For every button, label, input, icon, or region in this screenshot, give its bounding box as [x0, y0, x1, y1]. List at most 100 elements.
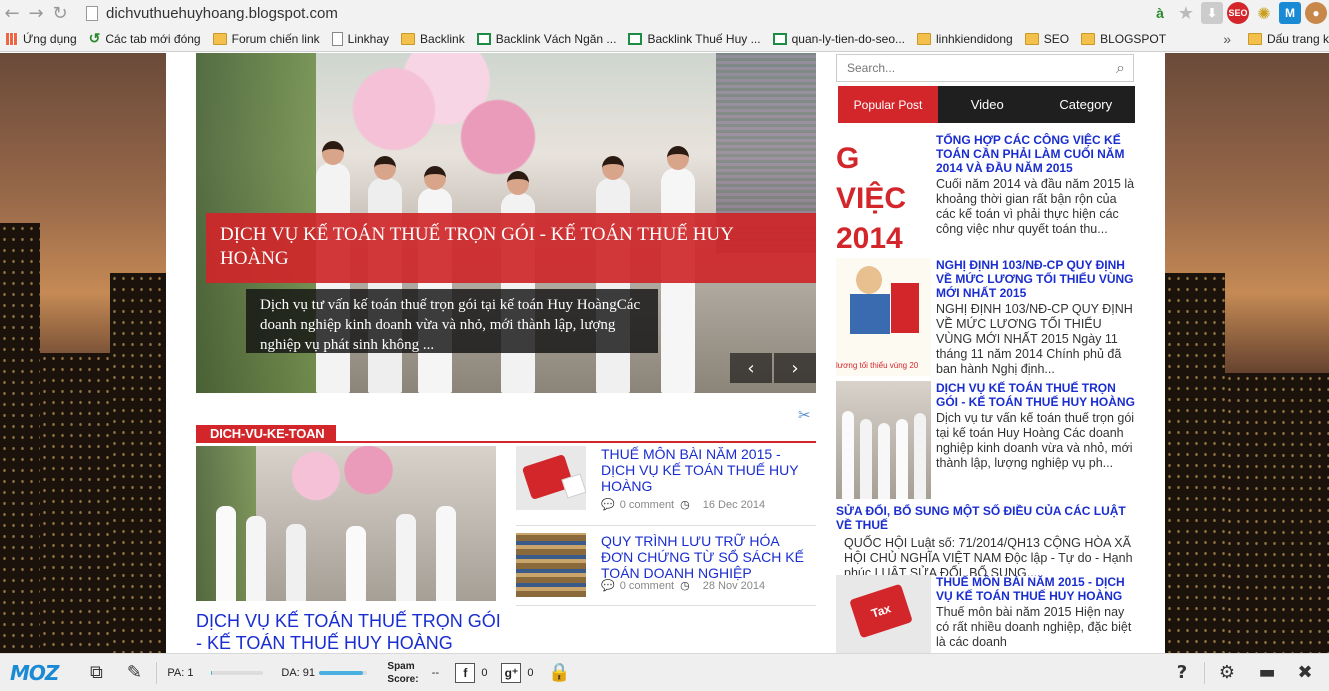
bookmark-item[interactable]: Backlink: [401, 32, 465, 46]
da-bar: [319, 670, 368, 675]
chevron-right-icon[interactable]: ›: [774, 353, 816, 383]
tax-puzzle-thumbnail[interactable]: Tax: [836, 575, 931, 653]
bookmark-label: Linkhay: [347, 31, 390, 46]
person: [368, 156, 402, 393]
bookmark-label: Backlink: [420, 31, 465, 46]
star-icon[interactable]: ★: [1175, 2, 1197, 24]
folder-icon: [1247, 33, 1262, 45]
post-item[interactable]: THUẾ MÔN BÀI NĂM 2015 - DỊCH VỤ KẾ TOÁN …: [516, 446, 816, 518]
divider: [1204, 661, 1205, 684]
bookmark-item[interactable]: quan-ly-tien-do-seo...: [772, 32, 905, 46]
staff-thumbnail[interactable]: [836, 381, 931, 499]
translate-icon[interactable]: à: [1149, 2, 1171, 24]
tab-category[interactable]: Category: [1037, 86, 1136, 123]
divider: [516, 605, 816, 606]
tab-popular-post[interactable]: Popular Post: [838, 86, 938, 123]
folder-icon: [401, 32, 416, 45]
bookmark-item[interactable]: Backlink Thuế Huy ...: [628, 32, 761, 46]
sidebar-post-title[interactable]: THUẾ MÔN BÀI NĂM 2015 - DỊCH VỤ KẾ TOÁN …: [936, 575, 1136, 603]
featured-slider[interactable]: DỊCH VỤ KẾ TOÁN THUẾ TRỌN GÓI - KẾ TOÁN …: [196, 53, 816, 393]
back-icon[interactable]: ←: [0, 1, 24, 25]
thumbnail-text: G VIỆC 2014 ĐI: [836, 142, 907, 251]
bookmark-item[interactable]: Ứng dụng: [6, 32, 77, 46]
sidebar-post-title[interactable]: SỬA ĐỔI, BỔ SUNG MỘT SỐ ĐIỀU CỦA CÁC LUẬ…: [836, 504, 1136, 532]
sidebar-post-title[interactable]: TỔNG HỢP CÁC CÔNG VIỆC KẾ TOÁN CẦN PHẢI …: [936, 133, 1136, 175]
divider: [156, 661, 158, 684]
sidebar-post-title[interactable]: DỊCH VỤ KẾ TOÁN THUẾ TRỌN GÓI - KẾ TOÁN …: [936, 381, 1136, 409]
spreadsheet-icon: [476, 32, 491, 45]
folder-icon: [212, 32, 227, 45]
bookmark-label: linhkiendidong: [936, 31, 1013, 46]
apps-icon: [6, 32, 18, 45]
slide-title[interactable]: DỊCH VỤ KẾ TOÁN THUẾ TRỌN GÓI - KẾ TOÁN …: [206, 213, 816, 283]
post-title[interactable]: QUY TRÌNH LƯU TRỮ HÓA ĐƠN CHỨNG TỪ SỔ SÁ…: [601, 533, 811, 581]
comment-count[interactable]: 0 comment: [620, 580, 674, 592]
bookmark-item[interactable]: Backlink Vách Ngăn ...: [476, 32, 616, 46]
lock-icon[interactable]: 🔒: [547, 661, 571, 685]
post-date: 16 Dec 2014: [702, 498, 766, 511]
search-input[interactable]: Search... ⌕: [836, 54, 1134, 82]
moz-logo[interactable]: MOZ: [10, 661, 59, 685]
pencil-icon[interactable]: ✎: [122, 661, 146, 685]
document-icon: [331, 31, 343, 46]
url-field[interactable]: dichvuthuehuyhoang.blogspot.com: [86, 2, 1116, 24]
sidebar-post[interactable]: DỊCH VỤ KẾ TOÁN THUẾ TRỌN GÓI - KẾ TOÁN …: [836, 381, 1136, 501]
bookmark-item[interactable]: ↺ Các tab mới đóng: [89, 30, 201, 47]
more-bookmarks-icon[interactable]: »: [1223, 31, 1231, 47]
facebook-icon[interactable]: f: [455, 662, 476, 683]
close-icon[interactable]: ✖: [1293, 661, 1317, 685]
minimize-icon[interactable]: ▬: [1255, 661, 1279, 685]
bookmark-label: SEO: [1043, 31, 1070, 46]
wage-cartoon-thumbnail[interactable]: lương tối thiểu vùng 20: [836, 258, 931, 376]
section-label[interactable]: DICH-VU-KE-TOAN: [196, 425, 337, 443]
building: [40, 353, 110, 653]
sidebar-post[interactable]: Tax THUẾ MÔN BÀI NĂM 2015 - DỊCH VỤ KẾ T…: [836, 575, 1136, 653]
search-icon[interactable]: ⌕: [1116, 58, 1125, 78]
page-icon: [86, 5, 98, 21]
person: [596, 156, 630, 393]
sidebar-post-excerpt: Dịch vụ tư vấn kế toán thuế trọn gói tại…: [936, 411, 1135, 470]
sidebar-post-title[interactable]: NGHỊ ĐỊNH 103/NĐ-CP QUY ĐỊNH VỀ MỨC LƯƠN…: [936, 258, 1136, 300]
comment-icon: 💬: [601, 498, 615, 511]
settings-icon[interactable]: ⚙: [1215, 661, 1239, 685]
bookmark-item[interactable]: BLOGSPOT: [1081, 32, 1166, 46]
folder-icon: [1024, 32, 1039, 45]
reload-icon[interactable]: ↻: [48, 1, 72, 25]
bear-extension-icon[interactable]: ●: [1305, 2, 1327, 24]
featured-post-image[interactable]: [196, 446, 496, 601]
sidebar-post-excerpt: Thuế môn bài năm 2015 Hiện nay có rất nh…: [936, 605, 1132, 649]
tax-puzzle-thumbnail[interactable]: [516, 446, 586, 510]
bookmark-label: Ứng dụng: [23, 31, 77, 46]
sidebar-post[interactable]: G VIỆC 2014 ĐI TỔNG HỢP CÁC CÔNG VIỆC KẾ…: [836, 133, 1136, 253]
chevron-left-icon[interactable]: ‹: [730, 353, 772, 383]
page-analysis-icon[interactable]: ⧉: [84, 661, 108, 685]
post-meta: 💬 0 comment ◷ 28 Nov 2014: [601, 579, 765, 592]
forward-icon[interactable]: →: [24, 1, 48, 25]
bookmark-item[interactable]: linhkiendidong: [917, 32, 1013, 46]
sidebar-post[interactable]: SỬA ĐỔI, BỔ SUNG MỘT SỐ ĐIỀU CỦA CÁC LUẬ…: [836, 504, 1136, 576]
sidebar-post[interactable]: lương tối thiểu vùng 20 NGHỊ ĐỊNH 103/NĐ…: [836, 258, 1136, 378]
bookmark-item[interactable]: Linkhay: [331, 31, 390, 46]
moz-extension-icon[interactable]: M: [1279, 2, 1301, 24]
domain-authority: DA: 91: [281, 666, 316, 679]
work-2014-thumbnail[interactable]: G VIỆC 2014 ĐI: [836, 133, 931, 251]
wrench-icon[interactable]: ✂: [798, 406, 811, 424]
url-text[interactable]: dichvuthuehuyhoang.blogspot.com: [106, 5, 338, 22]
bookmark-item[interactable]: Forum chiến link: [212, 32, 320, 46]
bookmark-item[interactable]: Dấu trang k: [1241, 32, 1329, 46]
tab-video[interactable]: Video: [938, 86, 1037, 123]
address-bar: ← → ↻ dichvuthuehuyhoang.blogspot.com à …: [0, 0, 1329, 26]
download-icon[interactable]: ⬇: [1201, 2, 1223, 24]
bookmarks-bar: Ứng dụng ↺ Các tab mới đóng Forum chiến lin…: [0, 26, 1329, 52]
pa-bar-fill: [211, 670, 212, 675]
gear-extension-icon[interactable]: ✺: [1253, 2, 1275, 24]
post-title[interactable]: THUẾ MÔN BÀI NĂM 2015 - DỊCH VỤ KẾ TOÁN …: [601, 446, 811, 494]
documents-thumbnail[interactable]: [516, 533, 586, 597]
featured-post-title[interactable]: DỊCH VỤ KẾ TOÁN THUẾ TRỌN GÓI - KẾ TOÁN …: [196, 610, 506, 653]
google-plus-icon[interactable]: g⁺: [501, 662, 522, 683]
comment-count[interactable]: 0 comment: [620, 499, 674, 511]
bookmark-item[interactable]: SEO: [1024, 31, 1070, 46]
seo-icon[interactable]: SEO: [1227, 2, 1249, 24]
help-icon[interactable]: ?: [1170, 661, 1194, 685]
post-item[interactable]: QUY TRÌNH LƯU TRỮ HÓA ĐƠN CHỨNG TỪ SỔ SÁ…: [516, 533, 816, 605]
